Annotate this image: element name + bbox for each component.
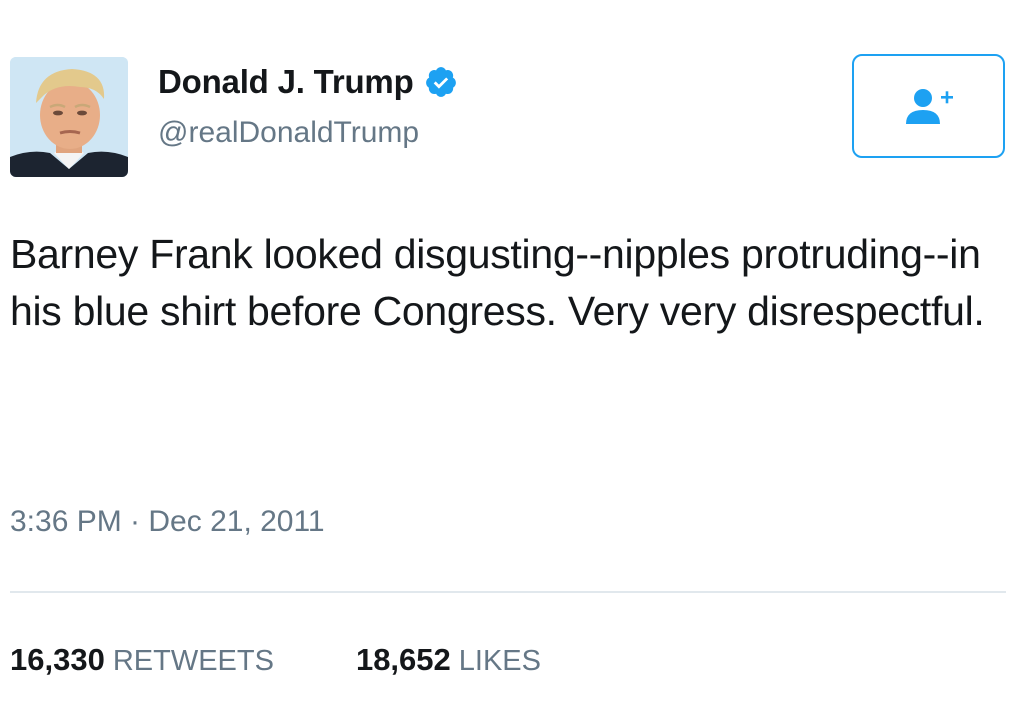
- tweet-stats: 16,330 RETWEETS 18,652 LIKES: [10, 642, 541, 678]
- author-display-name[interactable]: Donald J. Trump: [158, 63, 414, 101]
- likes-stat[interactable]: 18,652 LIKES: [356, 642, 541, 678]
- retweets-count: 16,330: [10, 642, 105, 677]
- follow-button[interactable]: [852, 54, 1005, 158]
- tweet-card: Donald J. Trump @realDonaldTrump Barney …: [0, 0, 1021, 709]
- likes-count: 18,652: [355, 642, 451, 677]
- add-user-icon: [905, 89, 953, 124]
- author-handle[interactable]: @realDonaldTrump: [158, 116, 419, 150]
- author-name-row: Donald J. Trump: [158, 62, 458, 102]
- tweet-timestamp[interactable]: 3:36 PM · Dec 21, 2011: [10, 505, 325, 539]
- tweet-text: Barney Frank looked disgusting--nipples …: [10, 231, 985, 334]
- avatar-image: [10, 57, 128, 177]
- retweets-label: RETWEETS: [112, 645, 274, 677]
- likes-label: LIKES: [458, 645, 541, 677]
- avatar[interactable]: [10, 57, 128, 177]
- verified-badge-icon: [424, 65, 458, 99]
- retweets-stat[interactable]: 16,330 RETWEETS: [10, 642, 274, 678]
- divider: [10, 591, 1006, 593]
